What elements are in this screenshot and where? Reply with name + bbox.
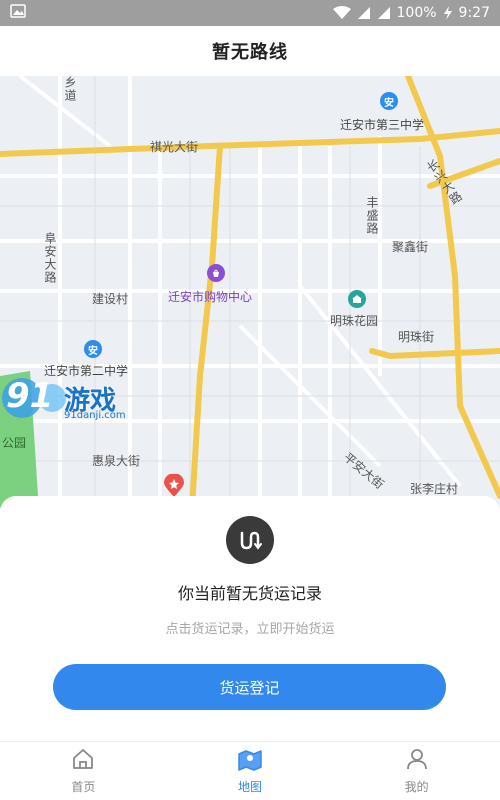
user-icon — [405, 747, 429, 775]
place-label-zhangli: 张李庄村 — [410, 482, 459, 496]
battery-percent: 100% — [396, 5, 437, 21]
status-left — [10, 4, 26, 22]
empty-state-title: 你当前暂无货运记录 — [177, 584, 322, 603]
map-icon — [237, 747, 263, 775]
map-view[interactable]: 乡道 祺光大街 阜安大路 丰盛路 长兴大路 聚鑫街 明珠街 惠泉大街 平安大街 … — [0, 76, 500, 508]
tab-map-label: 地图 — [238, 780, 263, 794]
road-label-fusheng: 丰盛路 — [365, 196, 379, 235]
wifi-icon — [332, 6, 351, 20]
tab-home[interactable]: 首页 — [0, 742, 167, 800]
road-label-qiguang: 祺光大街 — [150, 140, 199, 154]
empty-state-subtitle: 点击货运记录，立即开始货运 — [165, 622, 335, 637]
watermark-logo: 91 游戏 91danji.com — [0, 370, 150, 430]
route-icon — [226, 516, 274, 564]
place-label-mall: 迁安市购物中心 — [168, 290, 253, 304]
tab-map[interactable]: 地图 — [167, 742, 334, 800]
bottom-sheet: 你当前暂无货运记录 点击货运记录，立即开始货运 货运登记 — [0, 496, 500, 741]
garden-pin-icon[interactable] — [348, 290, 366, 308]
freight-register-button[interactable]: 货运登记 — [53, 664, 446, 710]
road-label-huiquan: 惠泉大街 — [92, 454, 141, 468]
tab-home-label: 首页 — [71, 780, 96, 794]
image-icon — [10, 4, 26, 22]
page-title: 暂无路线 — [212, 42, 288, 63]
road-label-juxin: 聚鑫街 — [392, 240, 429, 254]
place-label-third-school: 迁安市第三中学 — [340, 118, 425, 132]
road-label-fuan: 阜安大路 — [43, 232, 57, 284]
place-label-garden: 明珠花园 — [330, 314, 379, 328]
mall-pin-icon[interactable] — [207, 264, 225, 282]
school-pin-icon[interactable]: 安 — [380, 92, 398, 110]
watermark-url: 91danji.com — [64, 410, 126, 421]
tab-mine[interactable]: 我的 — [333, 742, 500, 800]
home-icon — [71, 747, 95, 775]
signal-icon — [357, 6, 371, 20]
road-label-xiangdao: 乡道 — [63, 76, 77, 102]
road-label-mingzhu: 明珠街 — [398, 330, 435, 344]
status-right: 100% 9:27 — [332, 5, 490, 21]
tab-mine-label: 我的 — [404, 780, 429, 794]
app-header: 暂无路线 — [0, 26, 500, 76]
tab-bar: 首页 地图 我的 — [0, 741, 500, 800]
watermark-digits: 91 — [6, 376, 54, 416]
place-label-jianshe: 建设村 — [92, 292, 129, 306]
status-time: 9:27 — [458, 5, 490, 21]
school-pin-icon[interactable]: 安 — [84, 340, 102, 358]
charging-icon — [443, 6, 453, 20]
signal-icon — [377, 6, 391, 20]
status-bar: 100% 9:27 — [0, 0, 500, 26]
place-label-park: 公园 — [2, 436, 27, 450]
